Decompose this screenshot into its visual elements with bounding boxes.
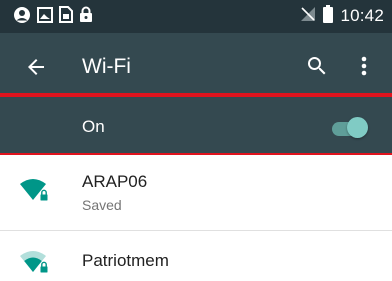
system-icons: 10:42 <box>300 4 384 28</box>
notification-icons <box>13 6 93 29</box>
wifi-signal-medium-lock-icon <box>20 250 50 276</box>
more-vert-icon[interactable] <box>354 54 374 78</box>
network-status: Saved <box>82 197 122 213</box>
network-ssid: Patriotmem <box>82 251 169 270</box>
search-icon[interactable] <box>305 54 329 78</box>
no-signal-icon <box>300 6 316 27</box>
image-notification-icon <box>37 6 53 28</box>
account-sync-icon <box>13 6 31 29</box>
wifi-switch-label: On <box>82 117 105 136</box>
battery-icon <box>323 4 334 28</box>
page-title: Wi-Fi <box>82 55 131 78</box>
network-list: ARAP06 Saved Patriotmem <box>0 155 392 274</box>
highlight-line-top <box>0 93 392 97</box>
wifi-signal-full-lock-icon <box>20 178 50 204</box>
lock-notification-icon <box>79 6 93 28</box>
wifi-master-switch-row[interactable]: On <box>0 100 392 155</box>
sim-notification-icon <box>59 6 73 28</box>
wifi-toggle[interactable] <box>330 116 370 138</box>
network-ssid: ARAP06 <box>82 172 148 191</box>
arrow-left-icon[interactable] <box>24 55 48 79</box>
app-bar: Wi-Fi <box>0 33 392 100</box>
network-item[interactable]: ARAP06 Saved <box>0 155 392 231</box>
clock: 10:42 <box>340 6 384 25</box>
toggle-thumb <box>347 117 368 138</box>
status-bar: 10:42 <box>0 0 392 33</box>
